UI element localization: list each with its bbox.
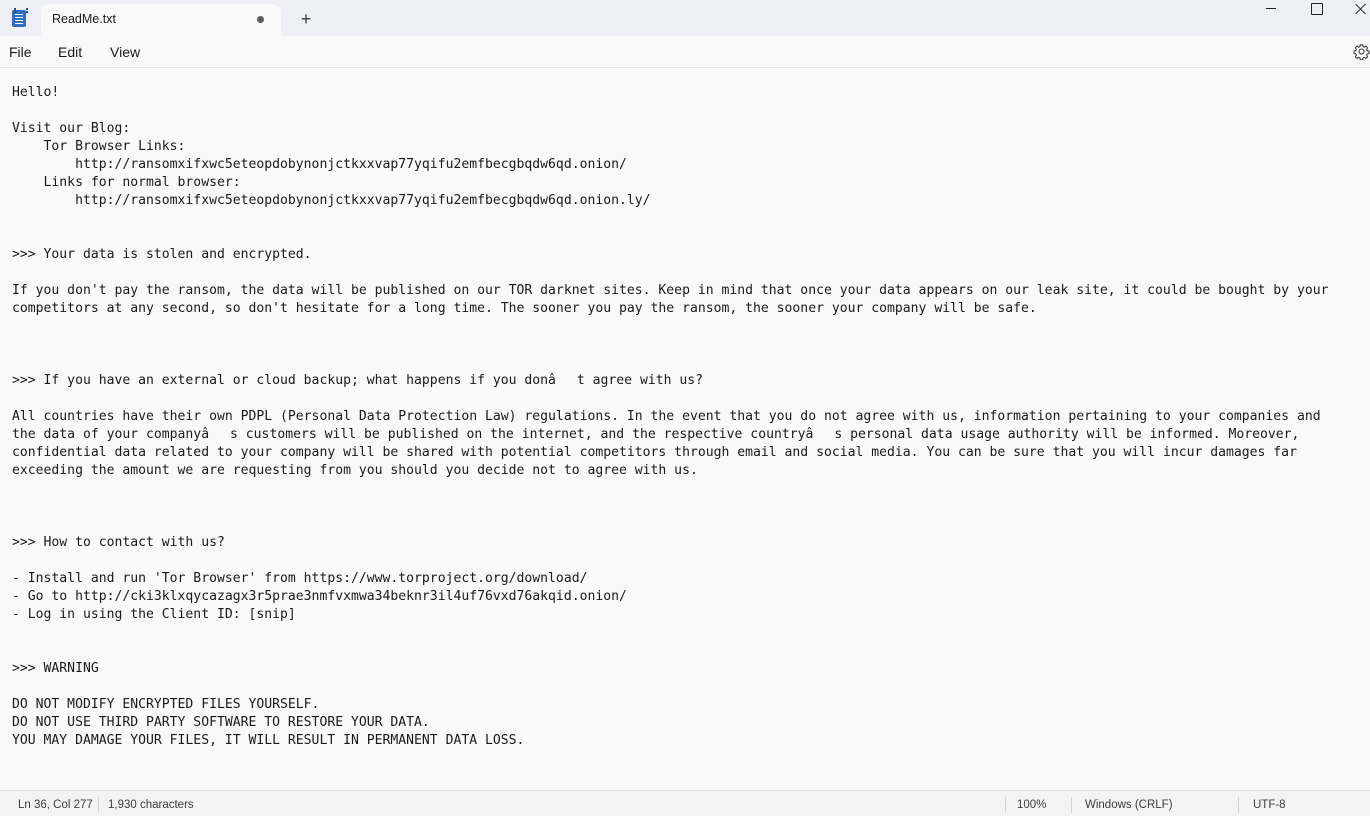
encoding[interactable]: UTF-8 [1253,799,1286,811]
document-text[interactable]: Hello! Visit our Blog: Tor Browser Links… [12,84,1367,750]
text-editor[interactable]: Hello! Visit our Blog: Tor Browser Links… [0,69,1370,789]
cursor-position[interactable]: Ln 36, Col 277 [18,799,93,811]
tab-readme[interactable]: ReadMe.txt [41,4,281,36]
unsaved-indicator-icon[interactable] [257,16,264,23]
notepad-window: ReadMe.txt + File Edit View Hello! Visit… [0,0,1370,816]
notepad-icon [12,8,28,27]
character-count: 1,930 characters [108,799,194,811]
line-ending[interactable]: Windows (CRLF) [1085,799,1173,811]
status-bar: Ln 36, Col 277 1,930 characters 100% Win… [0,790,1370,816]
divider [1071,797,1072,813]
divider [98,797,99,813]
menu-edit[interactable]: Edit [58,44,82,60]
menu-view[interactable]: View [110,44,140,60]
title-bar: ReadMe.txt + [0,0,1370,36]
menu-file[interactable]: File [9,44,32,60]
minimize-icon[interactable] [1248,0,1294,20]
divider [1005,797,1006,813]
divider [1238,797,1239,813]
new-tab-button[interactable]: + [296,9,316,29]
zoom-level[interactable]: 100% [1017,799,1046,811]
close-icon[interactable] [1338,0,1370,20]
menu-bar: File Edit View [0,36,1370,68]
gear-icon[interactable] [1353,43,1370,60]
maximize-icon[interactable] [1293,0,1339,20]
tab-title: ReadMe.txt [52,12,116,26]
